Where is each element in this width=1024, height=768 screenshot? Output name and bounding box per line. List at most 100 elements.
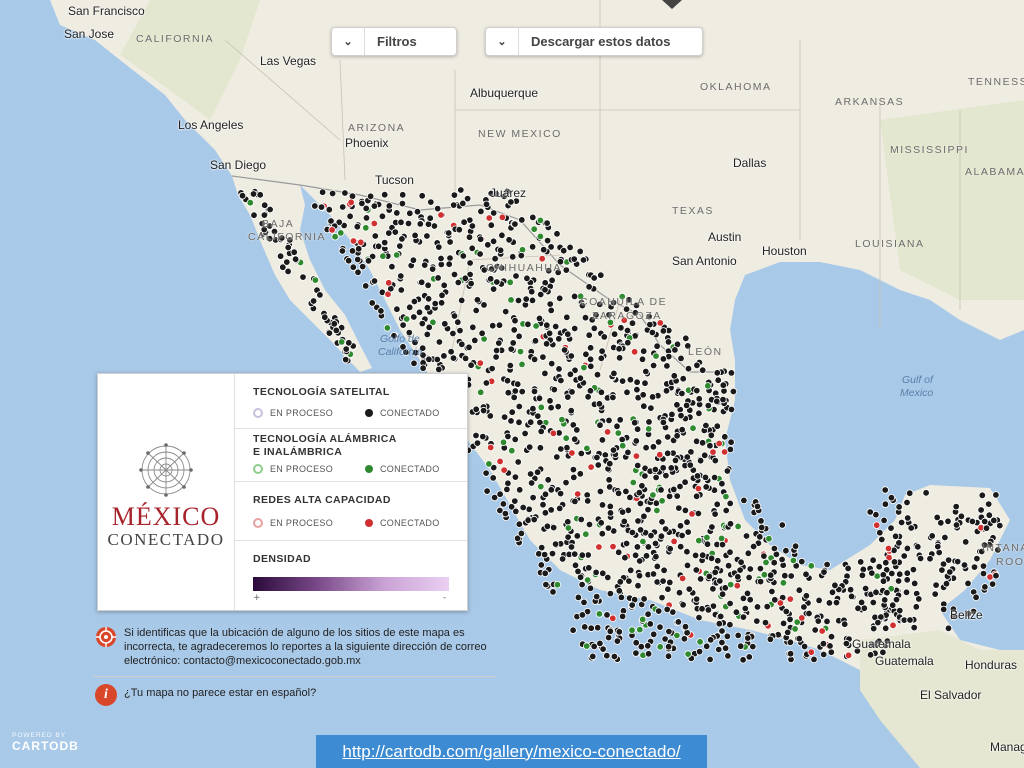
site-marker[interactable] — [710, 473, 719, 482]
site-marker[interactable] — [547, 404, 555, 412]
site-marker[interactable] — [715, 439, 723, 448]
site-marker[interactable] — [438, 291, 446, 299]
site-marker[interactable] — [399, 191, 407, 199]
site-marker[interactable] — [423, 330, 431, 339]
site-marker[interactable] — [658, 593, 666, 602]
site-marker[interactable] — [467, 361, 475, 369]
site-marker[interactable] — [659, 418, 668, 427]
site-marker[interactable] — [648, 328, 657, 337]
site-marker[interactable] — [718, 540, 727, 549]
site-marker[interactable] — [596, 421, 604, 429]
site-marker[interactable] — [570, 255, 578, 263]
site-marker[interactable] — [610, 652, 619, 661]
download-data-dropdown[interactable]: ⌄ Descargar estos datos — [485, 27, 703, 56]
site-marker[interactable] — [654, 438, 663, 446]
site-marker[interactable] — [653, 562, 661, 571]
site-marker[interactable] — [348, 192, 357, 200]
site-marker[interactable] — [876, 529, 884, 537]
site-marker[interactable] — [933, 513, 941, 522]
site-marker[interactable] — [460, 218, 468, 226]
site-marker[interactable] — [810, 655, 818, 664]
site-marker[interactable] — [479, 432, 487, 441]
site-marker[interactable] — [657, 486, 665, 494]
site-marker[interactable] — [398, 235, 406, 243]
site-marker[interactable] — [614, 489, 623, 497]
site-marker[interactable] — [441, 320, 449, 328]
site-marker[interactable] — [649, 491, 657, 499]
site-marker[interactable] — [489, 322, 497, 330]
site-marker[interactable] — [396, 242, 404, 250]
site-marker[interactable] — [482, 469, 490, 477]
site-marker[interactable] — [653, 342, 661, 350]
site-marker[interactable] — [598, 436, 607, 444]
site-marker[interactable] — [970, 563, 979, 571]
site-marker[interactable] — [571, 497, 579, 506]
site-marker[interactable] — [909, 565, 918, 574]
site-marker[interactable] — [456, 326, 464, 335]
site-marker[interactable] — [595, 610, 604, 618]
site-marker[interactable] — [571, 550, 579, 558]
site-marker[interactable] — [825, 599, 834, 607]
site-marker[interactable] — [779, 619, 788, 628]
site-marker[interactable] — [907, 524, 915, 532]
site-marker[interactable] — [581, 623, 589, 631]
site-marker[interactable] — [696, 457, 705, 465]
site-marker[interactable] — [904, 514, 912, 522]
site-marker[interactable] — [644, 505, 652, 514]
site-marker[interactable] — [709, 448, 717, 456]
site-marker[interactable] — [455, 225, 463, 234]
site-marker[interactable] — [512, 507, 520, 516]
site-marker[interactable] — [982, 524, 991, 532]
site-marker[interactable] — [555, 335, 563, 343]
site-marker[interactable] — [553, 453, 561, 461]
site-marker[interactable] — [428, 265, 437, 273]
site-marker[interactable] — [388, 263, 396, 271]
site-marker[interactable] — [511, 387, 519, 395]
site-marker[interactable] — [492, 346, 501, 355]
site-marker[interactable] — [570, 292, 579, 301]
site-marker[interactable] — [487, 221, 495, 229]
site-marker[interactable] — [683, 629, 691, 637]
site-marker[interactable] — [421, 261, 429, 269]
site-marker[interactable] — [440, 281, 448, 289]
site-marker[interactable] — [435, 243, 443, 251]
site-marker[interactable] — [605, 476, 613, 484]
site-marker[interactable] — [857, 558, 865, 566]
site-marker[interactable] — [753, 617, 761, 625]
site-marker[interactable] — [652, 553, 660, 561]
site-marker[interactable] — [616, 416, 624, 424]
site-marker[interactable] — [467, 279, 475, 288]
site-marker[interactable] — [622, 539, 631, 548]
site-marker[interactable] — [506, 361, 514, 370]
site-marker[interactable] — [711, 456, 719, 465]
site-marker[interactable] — [626, 376, 635, 384]
site-marker[interactable] — [580, 363, 588, 372]
site-marker[interactable] — [507, 417, 515, 425]
site-marker[interactable] — [737, 558, 745, 566]
site-marker[interactable] — [734, 631, 742, 640]
site-marker[interactable] — [507, 296, 515, 304]
site-marker[interactable] — [609, 393, 617, 402]
site-marker[interactable] — [489, 474, 497, 482]
site-marker[interactable] — [554, 402, 562, 411]
site-marker[interactable] — [693, 472, 702, 480]
site-marker[interactable] — [482, 379, 491, 387]
site-marker[interactable] — [299, 273, 307, 281]
site-marker[interactable] — [431, 299, 439, 308]
site-marker[interactable] — [480, 301, 488, 309]
site-marker[interactable] — [509, 253, 517, 261]
site-marker[interactable] — [553, 230, 561, 238]
site-marker[interactable] — [374, 242, 383, 250]
site-marker[interactable] — [648, 393, 657, 401]
site-marker[interactable] — [493, 278, 501, 286]
site-marker[interactable] — [501, 509, 510, 518]
site-marker[interactable] — [734, 573, 742, 581]
site-marker[interactable] — [615, 548, 623, 556]
site-marker[interactable] — [682, 401, 691, 410]
site-marker[interactable] — [526, 470, 535, 478]
site-marker[interactable] — [693, 386, 701, 395]
site-marker[interactable] — [574, 490, 582, 498]
site-marker[interactable] — [663, 362, 671, 370]
site-marker[interactable] — [465, 233, 474, 241]
site-marker[interactable] — [556, 489, 565, 498]
